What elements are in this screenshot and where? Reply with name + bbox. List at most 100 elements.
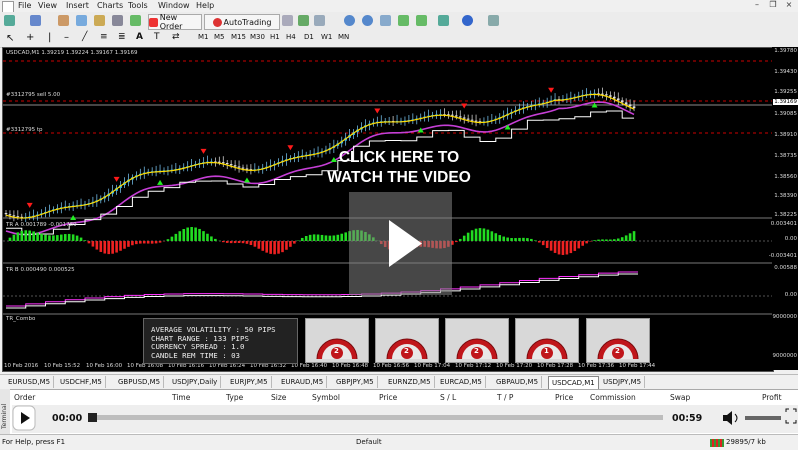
play-overlay-button[interactable] (349, 192, 452, 295)
menu-tools[interactable]: Tools (128, 1, 148, 10)
terminal-icon[interactable] (112, 15, 123, 26)
candle-body (613, 97, 616, 99)
chart-shift-icon[interactable] (416, 15, 427, 26)
col-commission[interactable]: Commission (590, 393, 636, 402)
text-tool-icon[interactable]: A (136, 32, 143, 42)
market-watch-icon[interactable] (58, 15, 69, 26)
col-swap[interactable]: Swap (670, 393, 690, 402)
navigator-icon[interactable] (76, 15, 87, 26)
col-sl[interactable]: S / L (440, 393, 456, 402)
volatility-info-box: AVERAGE VOLATILITY : 50 PIPS CHART RANGE… (143, 318, 298, 364)
symbol-tab[interactable]: EURUSD,M5 (5, 376, 54, 388)
ind1-tick: -0.003401 (769, 253, 797, 259)
menu-insert[interactable]: Insert (66, 1, 89, 10)
horizontal-line-icon[interactable]: – (64, 32, 69, 43)
col-profit[interactable]: Profit (762, 393, 782, 402)
symbol-tab[interactable]: EURAUD,M5 (278, 376, 327, 388)
fullscreen-icon[interactable] (786, 409, 796, 423)
symbol-tab[interactable]: GBPUSD,M5 (115, 376, 164, 388)
histogram-bar (554, 241, 557, 253)
tf-m15[interactable]: M15 (231, 33, 246, 41)
symbol-tab[interactable]: USDJPY,M5 (600, 376, 645, 388)
line-chart-icon[interactable] (314, 15, 325, 26)
histogram-bar (491, 231, 494, 241)
ind3-tick: 9000000 (773, 353, 798, 359)
tf-mn[interactable]: MN (338, 33, 349, 41)
histogram-bar (103, 241, 106, 254)
tester-icon[interactable] (130, 15, 141, 26)
indicators-icon[interactable] (438, 15, 449, 26)
channel-icon[interactable]: ≡ (100, 32, 108, 42)
periods-icon[interactable] (462, 15, 473, 26)
autotrading-button[interactable]: AutoTrading (204, 14, 280, 30)
tf-m5[interactable]: M5 (214, 33, 225, 41)
progress-track[interactable] (88, 415, 663, 420)
ind2-tick: 0.00588 (774, 265, 797, 271)
histogram-bar (495, 233, 498, 241)
new-order-label: New Order (160, 13, 201, 31)
label-tool-icon[interactable]: T (154, 32, 160, 42)
menu-help[interactable]: Help (196, 1, 214, 10)
trendline-icon[interactable]: ╱ (82, 32, 87, 42)
symbol-tab[interactable]: USDJPY,Daily (169, 376, 221, 388)
symbol-tab[interactable]: GBPAUD,M5 (493, 376, 542, 388)
volume-icon[interactable] (723, 411, 732, 425)
tile-windows-icon[interactable] (380, 15, 391, 26)
col-price2[interactable]: Price (555, 393, 573, 402)
new-order-button[interactable]: New Order (148, 14, 202, 30)
tf-h4[interactable]: H4 (286, 33, 296, 41)
tf-h1[interactable]: H1 (270, 33, 280, 41)
col-size[interactable]: Size (271, 393, 286, 402)
tf-m30[interactable]: M30 (250, 33, 265, 41)
histogram-bar (459, 239, 462, 241)
menu-view[interactable]: View (38, 1, 57, 10)
vertical-line-icon[interactable]: | (48, 32, 51, 43)
histogram-bar (329, 236, 332, 241)
col-tp[interactable]: T / P (497, 393, 513, 402)
progress-thumb[interactable] (88, 413, 97, 422)
new-chart-icon[interactable] (4, 15, 15, 26)
symbol-tabs: EURUSD,M5USDCHF,M5 GBPUSD,M5 USDJPY,Daily E… (0, 374, 798, 389)
histogram-bar (475, 229, 478, 241)
candlestick-icon[interactable] (298, 15, 309, 26)
col-order[interactable]: Order (14, 393, 35, 402)
minimize-icon[interactable]: – (750, 0, 764, 10)
menu-file[interactable]: File (18, 1, 31, 10)
symbol-tab[interactable]: GBPJPY,M5 (333, 376, 378, 388)
crosshair-icon[interactable]: + (26, 32, 34, 43)
video-title[interactable]: CLICK HERE TO WATCH THE VIDEO (270, 148, 528, 188)
col-symbol[interactable]: Symbol (312, 393, 340, 402)
arrows-tool-icon[interactable]: ⇄ (172, 32, 180, 42)
tf-m1[interactable]: M1 (198, 33, 209, 41)
histogram-bar (613, 239, 616, 241)
fibonacci-icon[interactable]: ≣ (118, 32, 126, 42)
symbol-tab[interactable]: USDCHF,M5 (57, 376, 106, 388)
close-icon[interactable]: × (782, 0, 796, 10)
col-price[interactable]: Price (379, 393, 397, 402)
data-window-icon[interactable] (94, 15, 105, 26)
symbol-tab[interactable]: EURJPY,M5 (227, 376, 272, 388)
symbol-tab[interactable]: EURCAD,M5 (437, 376, 486, 388)
symbol-tab[interactable]: EURNZD,M5 (385, 376, 435, 388)
terminal-side-tab[interactable]: Terminal (0, 389, 10, 434)
col-time[interactable]: Time (172, 393, 190, 402)
tf-w1[interactable]: W1 (321, 33, 332, 41)
zoom-in-icon[interactable] (344, 15, 355, 26)
bar-chart-icon[interactable] (282, 15, 293, 26)
autoscroll-icon[interactable] (398, 15, 409, 26)
gauge-value: 2 (615, 347, 620, 355)
profiles-icon[interactable] (30, 15, 41, 26)
cursor-icon[interactable]: ↖ (6, 33, 14, 44)
candle-body (601, 94, 604, 95)
tf-d1[interactable]: D1 (304, 33, 314, 41)
histogram-bar (305, 236, 308, 241)
volume-slider[interactable] (745, 416, 781, 420)
menu-window[interactable]: Window (158, 1, 190, 10)
restore-icon[interactable]: ❐ (766, 0, 780, 10)
symbol-tab[interactable]: USDCAD,M1 (548, 376, 599, 389)
zoom-out-icon[interactable] (362, 15, 373, 26)
templates-icon[interactable] (488, 15, 499, 26)
menu-charts[interactable]: Charts (97, 1, 123, 10)
col-type[interactable]: Type (226, 393, 243, 402)
histogram-bar (17, 232, 20, 241)
